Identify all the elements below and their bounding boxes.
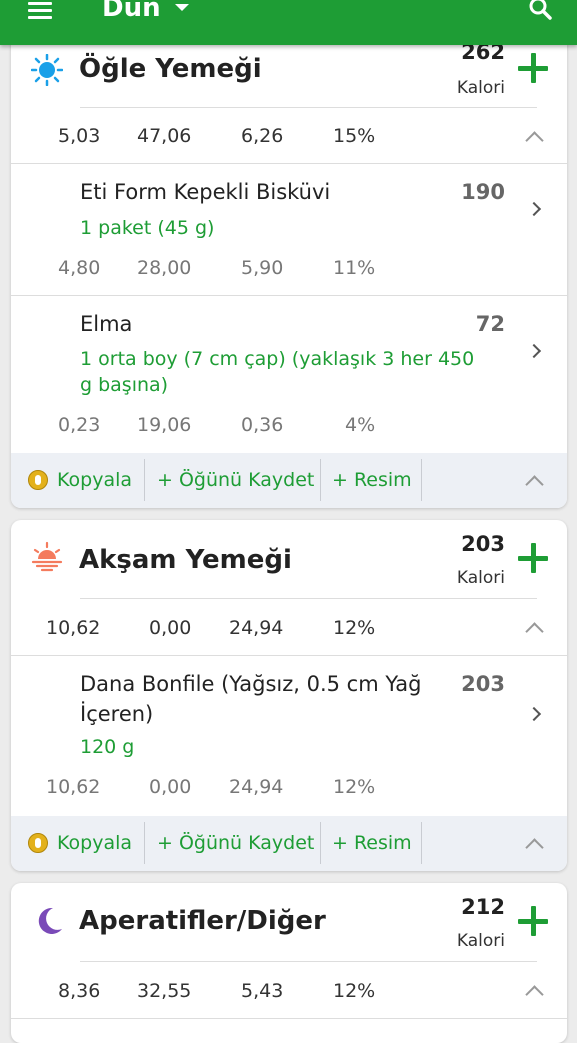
divider xyxy=(11,1018,567,1019)
copy-button[interactable]: Kopyala xyxy=(57,453,132,508)
macro-fat: 8,36 xyxy=(58,980,101,1002)
macro-protein: 5,43 xyxy=(241,980,284,1002)
food-macro-protein: 24,94 xyxy=(229,776,284,798)
moon-icon xyxy=(38,907,62,934)
separator xyxy=(421,459,422,501)
copy-button[interactable]: Kopyala xyxy=(57,816,132,871)
add-food-button[interactable] xyxy=(517,52,549,84)
date-title[interactable]: Dün xyxy=(102,0,161,23)
meal-title: Akşam Yemeği xyxy=(79,545,292,575)
meal-card-ogle: Öğle Yemeği 262 Kalori 5,03 47,06 6,26 1… xyxy=(11,30,567,508)
food-macro-rdi: 4% xyxy=(345,414,376,436)
search-icon[interactable] xyxy=(528,0,552,20)
food-macro-carbs: 19,06 xyxy=(137,414,192,436)
collapse-chevron-icon[interactable] xyxy=(525,838,544,857)
collapse-chevron-icon[interactable] xyxy=(525,622,544,641)
food-macro-fat: 10,62 xyxy=(46,776,101,798)
food-macro-rdi: 11% xyxy=(333,257,376,279)
meal-card-aksam: Akşam Yemeği 203 Kalori 10,62 0,00 24,94… xyxy=(11,520,567,871)
meal-title: Aperatifler/Diğer xyxy=(79,906,326,936)
separator xyxy=(320,459,321,501)
food-name: Dana Bonfile (Yağsız, 0.5 cm Yağ İçeren) xyxy=(80,672,422,726)
add-image-button[interactable]: + Resim xyxy=(332,453,412,508)
separator xyxy=(144,459,145,501)
food-portion: 120 g xyxy=(80,736,135,758)
divider xyxy=(11,163,567,164)
separator xyxy=(320,822,321,864)
food-macro-rdi: 12% xyxy=(333,776,376,798)
add-image-button[interactable]: + Resim xyxy=(332,816,412,871)
calorie-label: Kalori xyxy=(456,931,505,951)
sun-icon xyxy=(31,54,63,86)
meal-header[interactable]: Akşam Yemeği 203 Kalori xyxy=(11,520,567,610)
food-macro-carbs: 28,00 xyxy=(137,257,192,279)
divider xyxy=(11,295,567,296)
divider xyxy=(80,961,537,962)
food-macro-fat: 0,23 xyxy=(58,414,101,436)
chevron-right-icon[interactable] xyxy=(526,343,542,359)
coin-icon xyxy=(28,470,48,490)
macro-fat: 10,62 xyxy=(46,617,101,639)
meal-header[interactable]: Aperatifler/Diğer 212 Kalori xyxy=(11,883,567,973)
meal-title: Öğle Yemeği xyxy=(79,54,262,84)
coin-icon xyxy=(28,833,48,853)
dropdown-caret-icon[interactable] xyxy=(175,4,189,11)
macro-rdi: 15% xyxy=(333,125,376,147)
food-name: Elma xyxy=(80,312,133,336)
save-meal-button[interactable]: + Öğünü Kaydet xyxy=(157,453,314,508)
calorie-label: Kalori xyxy=(456,78,505,98)
collapse-chevron-icon[interactable] xyxy=(525,475,544,494)
food-calories: 203 xyxy=(461,672,505,696)
food-macro-fat: 4,80 xyxy=(58,257,101,279)
macro-rdi: 12% xyxy=(333,980,376,1002)
food-macro-protein: 5,90 xyxy=(241,257,284,279)
divider xyxy=(11,655,567,656)
meal-card-aperatif: Aperatifler/Diğer 212 Kalori 8,36 32,55 … xyxy=(11,883,567,1043)
chevron-right-icon[interactable] xyxy=(526,201,542,217)
save-meal-button[interactable]: + Öğünü Kaydet xyxy=(157,816,314,871)
food-macro-carbs: 0,00 xyxy=(149,776,192,798)
collapse-chevron-icon[interactable] xyxy=(525,131,544,150)
macro-rdi: 12% xyxy=(333,617,376,639)
separator xyxy=(144,822,145,864)
macro-carbs: 47,06 xyxy=(137,125,192,147)
app-bar: Dün xyxy=(0,0,577,45)
food-portion: 1 paket (45 g) xyxy=(80,217,215,239)
add-food-button[interactable] xyxy=(517,905,549,937)
calorie-label: Kalori xyxy=(456,568,505,588)
macro-protein: 24,94 xyxy=(229,617,284,639)
macro-protein: 6,26 xyxy=(241,125,284,147)
collapse-chevron-icon[interactable] xyxy=(525,985,544,1004)
food-name: Eti Form Kepekli Bisküvi xyxy=(80,180,331,204)
chevron-right-icon[interactable] xyxy=(526,706,542,722)
divider xyxy=(80,598,537,599)
meal-calories: 203 xyxy=(461,532,505,556)
macro-fat: 5,03 xyxy=(58,125,101,147)
separator xyxy=(421,822,422,864)
macro-carbs: 0,00 xyxy=(149,617,192,639)
add-food-button[interactable] xyxy=(517,542,549,574)
meal-footer: Kopyala + Öğünü Kaydet + Resim xyxy=(11,453,567,508)
food-macro-protein: 0,36 xyxy=(241,414,284,436)
macro-carbs: 32,55 xyxy=(137,980,192,1002)
divider xyxy=(80,107,537,108)
food-calories: 72 xyxy=(475,312,505,336)
food-calories: 190 xyxy=(461,180,505,204)
food-portion: 1 orta boy (7 cm çap) (yaklaşık 3 her 45… xyxy=(80,348,475,396)
meal-calories: 212 xyxy=(461,895,505,919)
sunset-icon xyxy=(31,541,63,572)
meal-footer: Kopyala + Öğünü Kaydet + Resim xyxy=(11,816,567,871)
menu-icon[interactable] xyxy=(28,2,52,20)
